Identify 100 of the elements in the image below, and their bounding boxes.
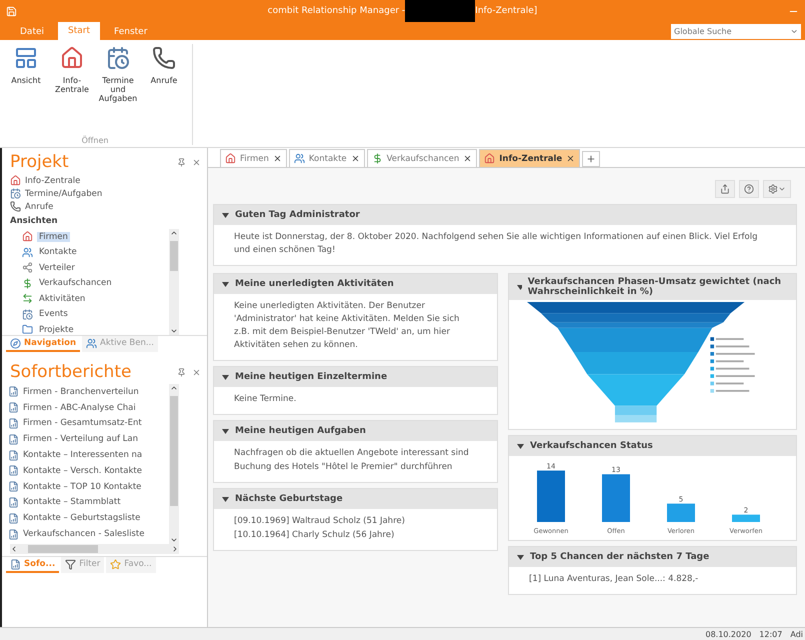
users-icon: [22, 246, 33, 258]
report-item[interactable]: Kontakte – Interessenten na: [6, 447, 169, 463]
report-item[interactable]: Firmen - ABC-Analyse Chai: [6, 400, 169, 416]
scroll-down-icon[interactable]: [170, 327, 178, 335]
report-item[interactable]: Firmen - Gesamtumsatz-Ent: [6, 416, 169, 432]
ribbon-button[interactable]: Info-Zentrale: [50, 44, 94, 105]
report-item[interactable]: Kontakte – Versch. Kontakte: [6, 462, 169, 479]
widget-title: Nächste Geburtstage: [235, 494, 343, 504]
collapse-caret-icon[interactable]: [222, 496, 229, 502]
widget-title: Top 5 Chancen der nächsten 7 Tage: [530, 552, 710, 562]
search-field[interactable]: Globale Suche: [671, 24, 801, 39]
settings-button[interactable]: [763, 180, 791, 198]
report-item[interactable]: Kontakte – Geburtstagsliste: [6, 510, 169, 526]
share-icon[interactable]: [720, 184, 730, 194]
calendar-clock-icon: [10, 188, 21, 199]
pin-icon[interactable]: [177, 158, 186, 166]
collapse-caret-icon[interactable]: [222, 212, 229, 218]
new-tab-button[interactable]: [582, 151, 600, 167]
nav-link[interactable]: Termine/Aufgaben: [2, 187, 207, 200]
chart-bar: [602, 474, 630, 522]
pin-icon[interactable]: [177, 368, 186, 376]
collapse-caret-icon[interactable]: [222, 374, 229, 380]
close-icon[interactable]: [272, 154, 282, 163]
view-item[interactable]: Aktivitäten: [37, 294, 88, 304]
scrollbar-thumb[interactable]: [28, 545, 98, 553]
view-item[interactable]: Kontakte: [37, 247, 79, 258]
scroll-right-icon[interactable]: [171, 545, 179, 553]
ribbon-button[interactable]: Anrufe: [142, 44, 186, 105]
report-icon: [8, 512, 19, 524]
report-icon: [8, 496, 19, 508]
calendar-clock-icon: [22, 308, 33, 320]
report-item[interactable]: Firmen - Branchenverteilun: [6, 384, 169, 400]
scrollbar-thumb[interactable]: [170, 241, 178, 271]
scroll-down-icon[interactable]: [170, 536, 178, 544]
star-icon: [110, 558, 122, 570]
share-button[interactable]: [715, 180, 735, 198]
report-item[interactable]: Firmen - Verteilung auf Lan: [6, 431, 169, 448]
users-icon: [86, 338, 97, 348]
scrollbar[interactable]: [169, 229, 179, 335]
panel-title: Sofortberichte: [10, 362, 132, 382]
ribbon-button[interactable]: Ansicht: [4, 44, 48, 105]
status-date: 08.10.2020: [705, 630, 752, 638]
scroll-up-icon[interactable]: [170, 229, 178, 237]
dropdown-caret-icon[interactable]: [790, 27, 798, 36]
nav-link[interactable]: Anrufe: [2, 200, 207, 213]
phone-icon: [152, 46, 176, 70]
section-label: Ansichten: [9, 215, 59, 228]
birthday-item[interactable]: [09.10.1969] Waltraud Scholz (51 Jahre): [234, 515, 477, 528]
widget-title: Meine unerledigten Aktivitäten: [235, 279, 394, 289]
document-tab[interactable]: Info-Zentrale: [479, 149, 580, 167]
view-item[interactable]: Firmen: [37, 232, 70, 242]
view-item[interactable]: Projekte: [37, 324, 76, 335]
scrollbar[interactable]: [169, 384, 179, 544]
scroll-left-icon[interactable]: [10, 545, 18, 553]
task-item[interactable]: Buchung des Hotels "Hôtel le Premier" durchführen: [234, 461, 477, 474]
task-item[interactable]: Nachfragen ob die aktuellen Angebote interessant sind: [234, 447, 477, 460]
view-item[interactable]: Verteiler: [37, 262, 77, 273]
settings-icon[interactable]: [768, 184, 778, 194]
report-item[interactable]: Kontakte – TOP 10 Kontakte: [6, 478, 169, 495]
nav-link[interactable]: Info-Zentrale: [2, 174, 207, 187]
collapse-caret-icon[interactable]: [222, 428, 229, 434]
document-tab[interactable]: Firmen: [220, 149, 287, 167]
close-icon[interactable]: [463, 154, 472, 163]
scrollbar-thumb[interactable]: [170, 396, 178, 506]
report-item[interactable]: Verkaufschancen - Salesliste: [6, 526, 169, 542]
report-icon: [8, 450, 19, 461]
opportunity-item[interactable]: [1] Luna Aventuras, Jean Sole...: 4.828,-: [529, 573, 776, 586]
document-tab[interactable]: Kontakte: [288, 149, 365, 167]
save-icon[interactable]: [6, 6, 17, 16]
report-icon: [8, 386, 19, 398]
document-tab[interactable]: Verkaufschancen: [366, 149, 478, 167]
close-icon[interactable]: [566, 154, 576, 163]
scroll-up-icon[interactable]: [170, 384, 178, 392]
plus-icon[interactable]: [586, 154, 596, 164]
chart-bar: [667, 504, 695, 522]
collapse-caret-icon[interactable]: [517, 284, 522, 290]
view-item[interactable]: Verkaufschancen: [37, 278, 114, 288]
arrows-icon: [22, 293, 33, 304]
widget-title: Verkaufschancen Status: [530, 441, 653, 451]
report-item[interactable]: Kontakte – Stammblatt: [6, 494, 169, 510]
horizontal-scrollbar[interactable]: [10, 544, 179, 554]
birthday-item[interactable]: [10.10.1964] Charly Schulz (56 Jahre): [234, 529, 477, 542]
caret-icon[interactable]: [778, 185, 786, 193]
help-icon[interactable]: [744, 184, 754, 194]
status-time: 12:07: [759, 630, 782, 638]
help-button[interactable]: [739, 180, 759, 198]
report-icon: [8, 402, 19, 414]
group-label: Öffnen: [82, 136, 108, 145]
redaction-block: [405, 0, 476, 22]
view-item[interactable]: Events: [37, 309, 70, 320]
panel-title: Projekt: [10, 152, 69, 172]
ribbon-button[interactable]: Termine und Aufgaben: [96, 44, 140, 105]
legend-drawing: [710, 337, 755, 393]
collapse-caret-icon[interactable]: [222, 282, 229, 286]
collapse-caret-icon[interactable]: [517, 554, 524, 560]
phone-icon: [10, 201, 21, 212]
close-icon[interactable]: [350, 154, 360, 163]
house-icon: [10, 175, 21, 186]
report-icon: [8, 418, 19, 429]
collapse-caret-icon[interactable]: [517, 444, 524, 448]
